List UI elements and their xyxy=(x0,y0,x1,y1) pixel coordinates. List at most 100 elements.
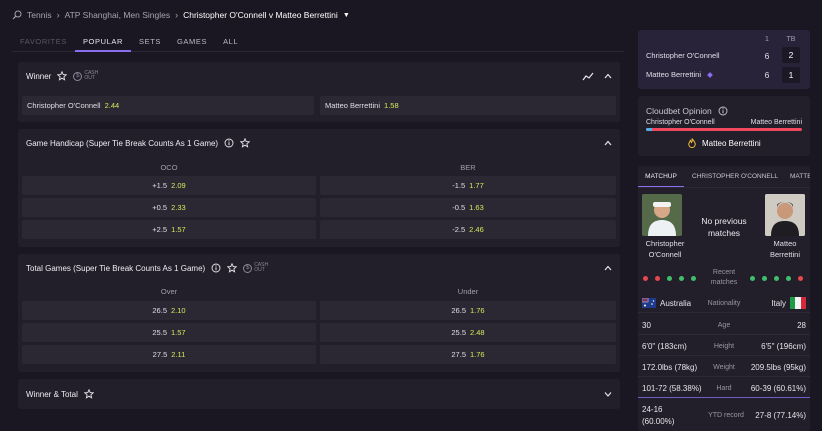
fire-icon xyxy=(688,138,696,150)
outcome-odd: 1.76 xyxy=(470,350,485,359)
outcome-odd: 2.09 xyxy=(171,181,186,190)
market-header[interactable]: Winner & Total xyxy=(18,379,620,409)
stat-label: Hard xyxy=(716,384,732,392)
market-game-handicap: Game Handicap (Super Tie Break Counts As… xyxy=(18,129,620,247)
chevron-right-icon: › xyxy=(56,10,60,20)
caret-down-icon[interactable]: ▼ xyxy=(343,12,350,19)
handicap-outcome[interactable]: +2.5 1.57 xyxy=(22,220,316,239)
market-header[interactable]: Winner $ CASH OUT xyxy=(18,62,620,90)
outcome-odd: 1.63 xyxy=(469,203,484,212)
outcome-home[interactable]: Christopher O'Connell 2.44 xyxy=(22,96,314,115)
stat-row-weight: 172.0lbs (78kg) Weight 209.5lbs (95kg) xyxy=(638,358,810,377)
chevron-right-icon: › xyxy=(175,10,179,20)
tab-matchup[interactable]: MATCHUP xyxy=(638,166,684,187)
tab-player2[interactable]: MATTE xyxy=(790,166,810,187)
stat-row-ytd: 24-16 (60.00%) YTD record 27-8 (77.14%) xyxy=(638,402,810,431)
tab-games[interactable]: GAMES xyxy=(169,33,215,52)
opinion-bar-left xyxy=(646,128,653,131)
total-outcome[interactable]: 25.5 1.57 xyxy=(22,323,316,342)
handicap-outcome[interactable]: -0.5 1.63 xyxy=(320,198,616,217)
tab-popular[interactable]: POPULAR xyxy=(74,33,131,52)
handicap-line: +2.5 xyxy=(152,225,168,234)
chevron-up-icon[interactable] xyxy=(604,265,612,271)
recent-label-line2: matches xyxy=(710,279,738,286)
market-total-games: Total Games (Super Tie Break Counts As 1… xyxy=(18,254,620,372)
star-icon[interactable] xyxy=(227,263,238,273)
breadcrumb-competition[interactable]: ATP Shanghai, Men Singles xyxy=(65,10,171,20)
total-outcome[interactable]: 27.5 1.76 xyxy=(320,345,616,364)
total-outcome[interactable]: 27.5 2.11 xyxy=(22,345,316,364)
market-tabs: FAVORITES POPULAR SETS GAMES ALL xyxy=(12,33,624,52)
market-header[interactable]: Game Handicap (Super Tie Break Counts As… xyxy=(18,129,620,157)
opinion-pick: Matteo Berrettini xyxy=(702,139,761,148)
total-outcome[interactable]: 26.5 1.76 xyxy=(320,301,616,320)
total-line: 27.5 xyxy=(152,350,168,359)
tab-sets[interactable]: SETS xyxy=(131,33,169,52)
dollar-icon: $ xyxy=(73,71,83,81)
win-dot xyxy=(667,276,672,281)
tennis-racket-icon xyxy=(12,10,22,20)
player1-stat: 30 xyxy=(642,320,651,330)
player2-set1: 6 xyxy=(764,70,770,80)
market-header[interactable]: Total Games (Super Tie Break Counts As 1… xyxy=(18,254,620,282)
loss-dot xyxy=(655,276,660,281)
market-title: Winner xyxy=(26,71,52,81)
handicap-line: -2.5 xyxy=(452,225,466,234)
outcome-odd: 1.57 xyxy=(171,225,186,234)
star-icon[interactable] xyxy=(240,138,251,148)
player2-stat: 28 xyxy=(797,320,806,330)
chevron-down-icon[interactable] xyxy=(604,391,612,397)
player2-stat: 60-39 (60.61%) xyxy=(750,383,806,393)
scoreboard-col-tb: TB xyxy=(786,36,796,43)
tab-all[interactable]: ALL xyxy=(215,33,246,52)
stat-row-age: 30 Age 28 xyxy=(638,316,810,335)
scoreboard-col-set1: 1 xyxy=(765,36,769,43)
outcome-odd: 1.58 xyxy=(384,101,399,110)
star-icon[interactable] xyxy=(57,71,68,81)
market-title: Game Handicap (Super Tie Break Counts As… xyxy=(26,138,219,148)
handicap-outcome[interactable]: -1.5 1.77 xyxy=(320,176,616,195)
info-icon[interactable] xyxy=(211,263,221,273)
chevron-up-icon[interactable] xyxy=(604,140,612,146)
stats-tabs: MATCHUP CHRISTOPHER O'CONNELL MATTE xyxy=(638,166,810,188)
opinion-right-name: Matteo Berrettini xyxy=(750,119,802,126)
no-previous-matches: No previous matches xyxy=(701,216,747,238)
breadcrumb: Tennis › ATP Shanghai, Men Singles › Chr… xyxy=(12,9,350,21)
player1-ytd-record: 24-16 xyxy=(642,405,663,414)
player2-last-name: Berrettini xyxy=(769,250,800,259)
scoreboard: 1 TB Christopher O'Connell 6 2 Matteo Be… xyxy=(638,30,810,89)
player2-stat: 6'5" (196cm) xyxy=(761,341,806,351)
total-outcome[interactable]: 26.5 2.10 xyxy=(22,301,316,320)
trend-chart-icon[interactable] xyxy=(582,72,594,81)
info-icon[interactable] xyxy=(224,138,234,148)
player1-avatar xyxy=(642,194,682,236)
player1-set1: 6 xyxy=(764,51,770,61)
chevron-up-icon[interactable] xyxy=(604,73,612,79)
star-icon[interactable] xyxy=(83,389,94,399)
handicap-outcome[interactable]: -2.5 2.46 xyxy=(320,220,616,239)
breadcrumb-event[interactable]: Christopher O'Connell v Matteo Berrettin… xyxy=(183,10,338,20)
column-header: OCO xyxy=(160,163,178,172)
market-winner: Winner $ CASH OUT Christopher O'Connell 2… xyxy=(18,62,620,122)
market-title: Winner & Total xyxy=(26,389,78,399)
stat-row-hard: 101-72 (58.38%) Hard 60-39 (60.61%) xyxy=(638,379,810,398)
loss-dot xyxy=(798,276,803,281)
total-outcome[interactable]: 25.5 2.48 xyxy=(320,323,616,342)
player-stats: MATCHUP CHRISTOPHER O'CONNELL MATTE Chri… xyxy=(638,166,810,431)
info-icon[interactable] xyxy=(718,106,728,118)
win-dot xyxy=(762,276,767,281)
column-header: Under xyxy=(457,287,479,296)
recent-label-line1: Recent xyxy=(712,269,736,276)
handicap-outcome[interactable]: +1.5 2.09 xyxy=(22,176,316,195)
cashout-badge: $ CASH OUT xyxy=(73,71,98,81)
tab-favorites[interactable]: FAVORITES xyxy=(12,33,75,52)
handicap-outcome[interactable]: +0.5 2.33 xyxy=(22,198,316,217)
breadcrumb-sport[interactable]: Tennis xyxy=(27,10,52,20)
outcome-odd: 1.57 xyxy=(171,328,186,337)
market-winner-total[interactable]: Winner & Total xyxy=(18,379,620,409)
outcome-odd: 1.76 xyxy=(470,306,485,315)
tab-player1[interactable]: CHRISTOPHER O'CONNELL xyxy=(692,166,778,187)
opinion-bar xyxy=(646,128,802,131)
player1-stat: 101-72 (58.38%) xyxy=(642,383,702,393)
outcome-away[interactable]: Matteo Berrettini 1.58 xyxy=(320,96,616,115)
